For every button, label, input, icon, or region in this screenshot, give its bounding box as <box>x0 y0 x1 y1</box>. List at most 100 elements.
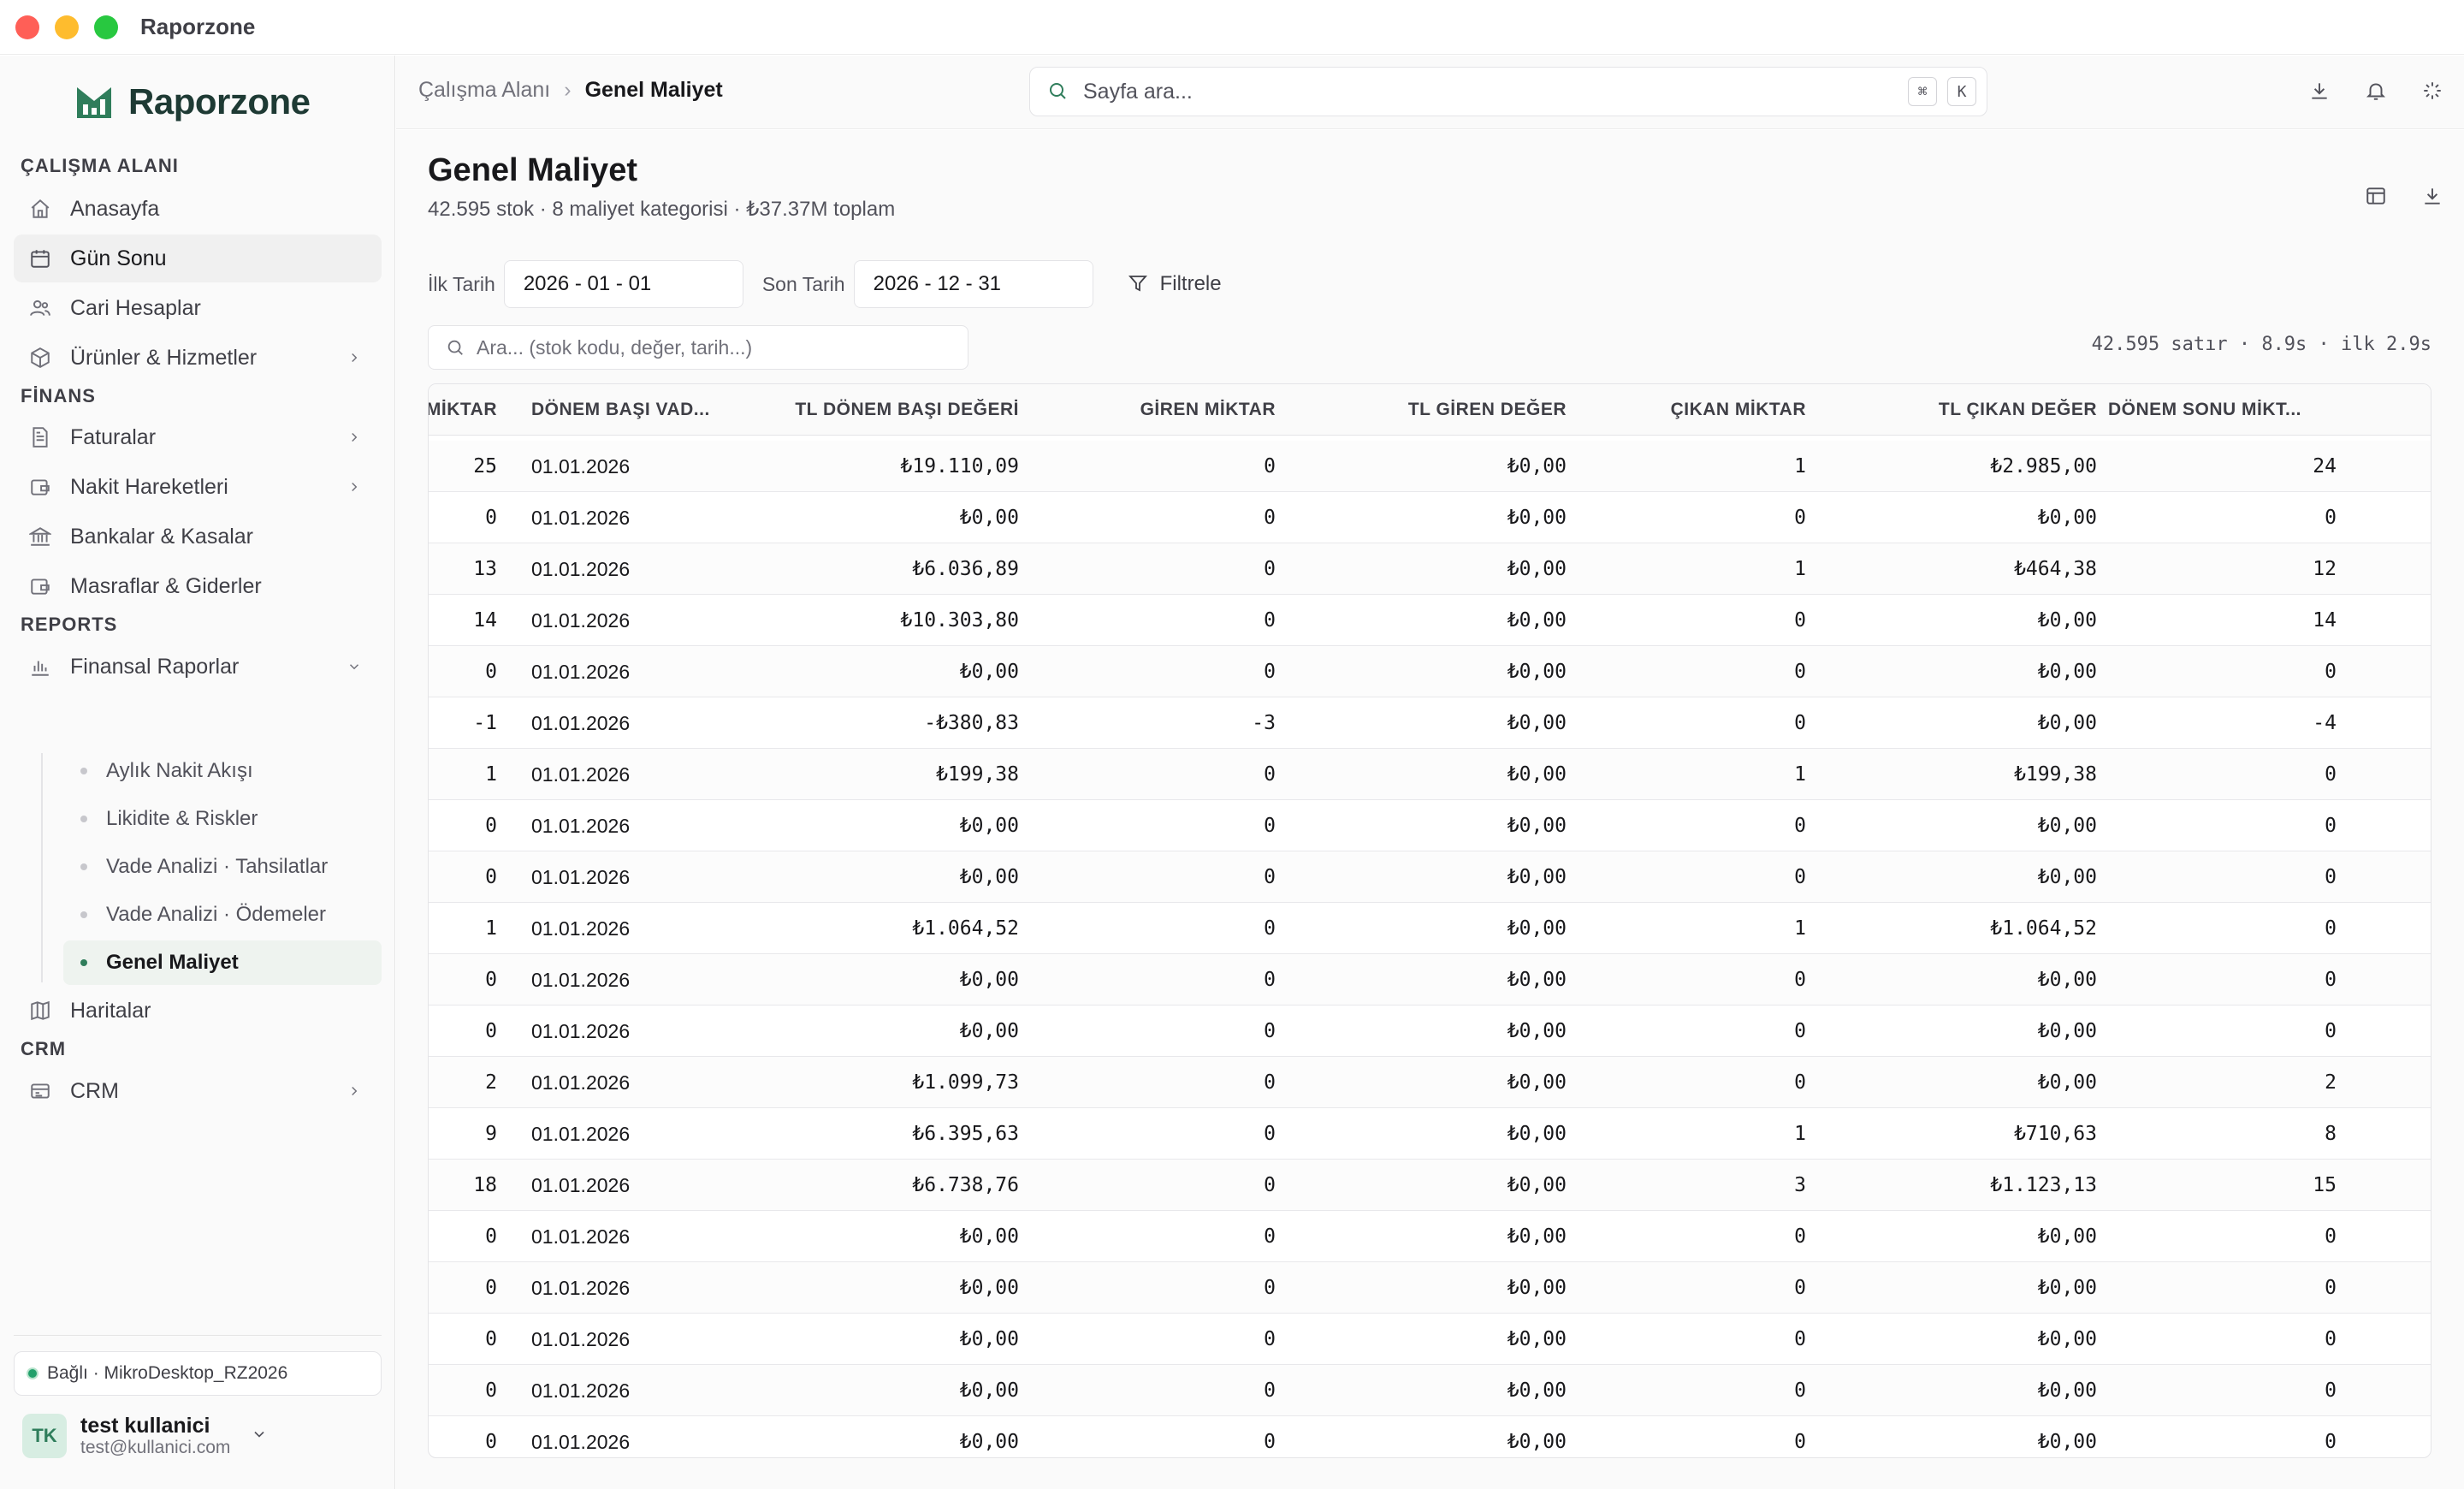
sidebar-subitem-liquidity[interactable]: Likidite & Riskler <box>63 797 382 841</box>
submenu-guide-line <box>41 753 43 982</box>
page-search-input[interactable]: Sayfa ara... ⌘ K <box>1029 67 1987 116</box>
table-cell: 0 <box>1264 1277 1276 1299</box>
table-cell: 14 <box>2313 609 2337 632</box>
table-cell: -₺380,83 <box>924 712 1019 734</box>
table-cell: 0 <box>2325 1225 2337 1248</box>
end-date-input[interactable]: 2026 - 12 - 31 <box>853 260 1093 308</box>
table-row[interactable]: 0 01.01.2026 ₺0,00 0 ₺0,00 0 ₺0,00 0 <box>429 851 2431 903</box>
sidebar-item-day-end[interactable]: Gün Sonu <box>14 234 382 282</box>
table-cell: ₺0,00 <box>1507 712 1567 734</box>
table-cell: 0 <box>1264 1174 1276 1196</box>
table-row[interactable]: 0 01.01.2026 ₺0,00 0 ₺0,00 0 ₺0,00 0 <box>429 1262 2431 1314</box>
bullet-dot <box>80 911 87 918</box>
column-header[interactable]: TL GİREN DEĞER <box>1284 384 1567 436</box>
start-date-input[interactable]: 2026 - 01 - 01 <box>503 260 743 308</box>
table-row[interactable]: 0 01.01.2026 ₺0,00 0 ₺0,00 0 ₺0,00 0 <box>429 492 2431 543</box>
sidebar-subitem-payments[interactable]: Vade Analizi · Ödemeler <box>63 893 382 937</box>
bullet-dot <box>80 816 87 822</box>
table-cell: 0 <box>485 815 497 837</box>
table-row[interactable]: 0 01.01.2026 ₺0,00 0 ₺0,00 0 ₺0,00 0 <box>429 1006 2431 1057</box>
window-title: Raporzone <box>140 14 256 39</box>
connection-status[interactable]: Bağlı · MikroDesktop_RZ2026 <box>14 1351 382 1396</box>
table-row[interactable]: 14 01.01.2026 ₺10.303,80 0 ₺0,00 0 ₺0,00 14 <box>429 595 2431 646</box>
table-row[interactable]: 18 01.01.2026 ₺6.738,76 0 ₺0,00 3 ₺1.123,13 15 <box>429 1160 2431 1211</box>
table-cell: 14 <box>473 609 497 632</box>
column-header[interactable]: TL DÖNEM BAŞI DEĞERİ <box>745 384 1019 436</box>
table-cell: 0 <box>2325 1328 2337 1350</box>
table-cell: 2 <box>485 1071 497 1094</box>
window-titlebar: Raporzone <box>0 0 2464 55</box>
table-row[interactable]: 0 01.01.2026 ₺0,00 0 ₺0,00 0 ₺0,00 0 <box>429 1314 2431 1365</box>
close-window-button[interactable] <box>15 15 39 39</box>
table-row[interactable]: 2 01.01.2026 ₺1.099,73 0 ₺0,00 0 ₺0,00 2 <box>429 1057 2431 1108</box>
table-row[interactable]: 0 01.01.2026 ₺0,00 0 ₺0,00 0 ₺0,00 0 <box>429 646 2431 697</box>
sidebar-item-products[interactable]: Ürünler & Hizmetler <box>14 334 382 382</box>
table-cell: 18 <box>473 1174 497 1196</box>
table-cell: 0 <box>2325 815 2337 837</box>
sidebar-item-crm[interactable]: CRM <box>14 1067 382 1115</box>
table-cell: 01.01.2026 <box>531 1019 631 1042</box>
column-header[interactable]: MİKTAR <box>429 384 497 436</box>
table-cell: 0 <box>1794 1225 1806 1248</box>
table-cell: ₺0,00 <box>959 866 1019 888</box>
table-search-input[interactable]: Ara... (stok kodu, değer, tarih...) <box>428 325 968 370</box>
table-row[interactable]: 25 01.01.2026 ₺19.110,09 0 ₺0,00 1 ₺2.985,00 24 <box>429 441 2431 492</box>
zoom-window-button[interactable] <box>94 15 118 39</box>
sidebar-subitem-general-cost[interactable]: Genel Maliyet <box>63 940 382 985</box>
table-row[interactable]: 1 01.01.2026 ₺1.064,52 0 ₺0,00 1 ₺1.064,52 0 <box>429 903 2431 954</box>
sidebar-item-expenses[interactable]: Masraflar & Giderler <box>14 562 382 610</box>
table-row[interactable]: 0 01.01.2026 ₺0,00 0 ₺0,00 0 ₺0,00 0 <box>429 1211 2431 1262</box>
table-cell: 0 <box>1794 609 1806 632</box>
sidebar-item-cash[interactable]: Nakit Hareketleri <box>14 463 382 511</box>
table-cell: 0 <box>1794 1379 1806 1402</box>
sidebar-item-maps[interactable]: Haritalar <box>14 987 382 1035</box>
column-header[interactable]: GİREN MİKTAR <box>1028 384 1276 436</box>
sidebar-item-financial-reports[interactable]: Finansal Raporlar <box>14 643 382 691</box>
sidebar-item-label: Faturalar <box>70 424 157 449</box>
download-icon[interactable] <box>2308 80 2332 104</box>
box-icon <box>27 345 53 371</box>
app-logo[interactable]: Raporzone <box>75 81 311 122</box>
table-cell: 0 <box>1264 1020 1276 1042</box>
table-cell: ₺0,00 <box>959 1020 1019 1042</box>
end-date-label: Son Tarih <box>761 272 845 295</box>
table-row[interactable]: -1 01.01.2026 -₺380,83 -3 ₺0,00 0 ₺0,00 -4 <box>429 697 2431 749</box>
breadcrumb-workspace[interactable]: Çalışma Alanı <box>418 78 550 103</box>
filter-button[interactable]: Filtrele <box>1128 272 1222 296</box>
column-header[interactable]: ÇIKAN MİKTAR <box>1575 384 1806 436</box>
column-header[interactable]: DÖNEM SONU MİKT... <box>2108 384 2348 436</box>
column-header[interactable]: DÖNEM BAŞI VAD... <box>531 384 737 436</box>
table-row[interactable]: 0 01.01.2026 ₺0,00 0 ₺0,00 0 ₺0,00 0 <box>429 1416 2431 1457</box>
table-cell: 0 <box>1264 558 1276 580</box>
export-download-icon[interactable] <box>2421 185 2445 209</box>
sidebar-item-banks[interactable]: Bankalar & Kasalar <box>14 513 382 561</box>
table-cell: 0 <box>1264 1379 1276 1402</box>
sidebar-subitem-monthly-cash-flow[interactable]: Aylık Nakit Akışı <box>63 749 382 793</box>
table-row[interactable]: 9 01.01.2026 ₺6.395,63 0 ₺0,00 1 ₺710,63 8 <box>429 1108 2431 1160</box>
table-cell: 0 <box>485 1225 497 1248</box>
table-row[interactable]: 0 01.01.2026 ₺0,00 0 ₺0,00 0 ₺0,00 0 <box>429 954 2431 1006</box>
sidebar-item-accounts[interactable]: Cari Hesaplar <box>14 284 382 332</box>
table-cell: 01.01.2026 <box>531 506 631 529</box>
table-cell: 25 <box>473 455 497 478</box>
wallet-icon <box>27 474 53 500</box>
table-row[interactable]: 1 01.01.2026 ₺199,38 0 ₺0,00 1 ₺199,38 0 <box>429 749 2431 800</box>
table-cell: 9 <box>485 1123 497 1145</box>
bell-icon[interactable] <box>2365 80 2389 104</box>
table-row[interactable]: 0 01.01.2026 ₺0,00 0 ₺0,00 0 ₺0,00 0 <box>429 1365 2431 1416</box>
table-cell: ₺10.303,80 <box>900 609 1019 632</box>
breadcrumb-current: Genel Maliyet <box>584 78 723 102</box>
minimize-window-button[interactable] <box>55 15 79 39</box>
table-cell: ₺0,00 <box>2037 1020 2097 1042</box>
table-cell: 0 <box>1264 969 1276 991</box>
sidebar-subitem-receivables[interactable]: Vade Analizi · Tahsilatlar <box>63 845 382 889</box>
table-row[interactable]: 0 01.01.2026 ₺0,00 0 ₺0,00 0 ₺0,00 0 <box>429 800 2431 851</box>
sidebar-item-invoices[interactable]: Faturalar <box>14 413 382 461</box>
sidebar-item-home[interactable]: Anasayfa <box>14 185 382 233</box>
loader-icon[interactable] <box>2421 80 2445 104</box>
table-view-icon[interactable] <box>2365 185 2389 209</box>
table-row[interactable]: 13 01.01.2026 ₺6.036,89 0 ₺0,00 1 ₺464,38 12 <box>429 543 2431 595</box>
column-header[interactable]: TL ÇIKAN DEĞER <box>1815 384 2097 436</box>
user-menu[interactable]: TK test kullanici test@kullanici.com <box>22 1414 271 1458</box>
search-icon <box>446 338 465 357</box>
